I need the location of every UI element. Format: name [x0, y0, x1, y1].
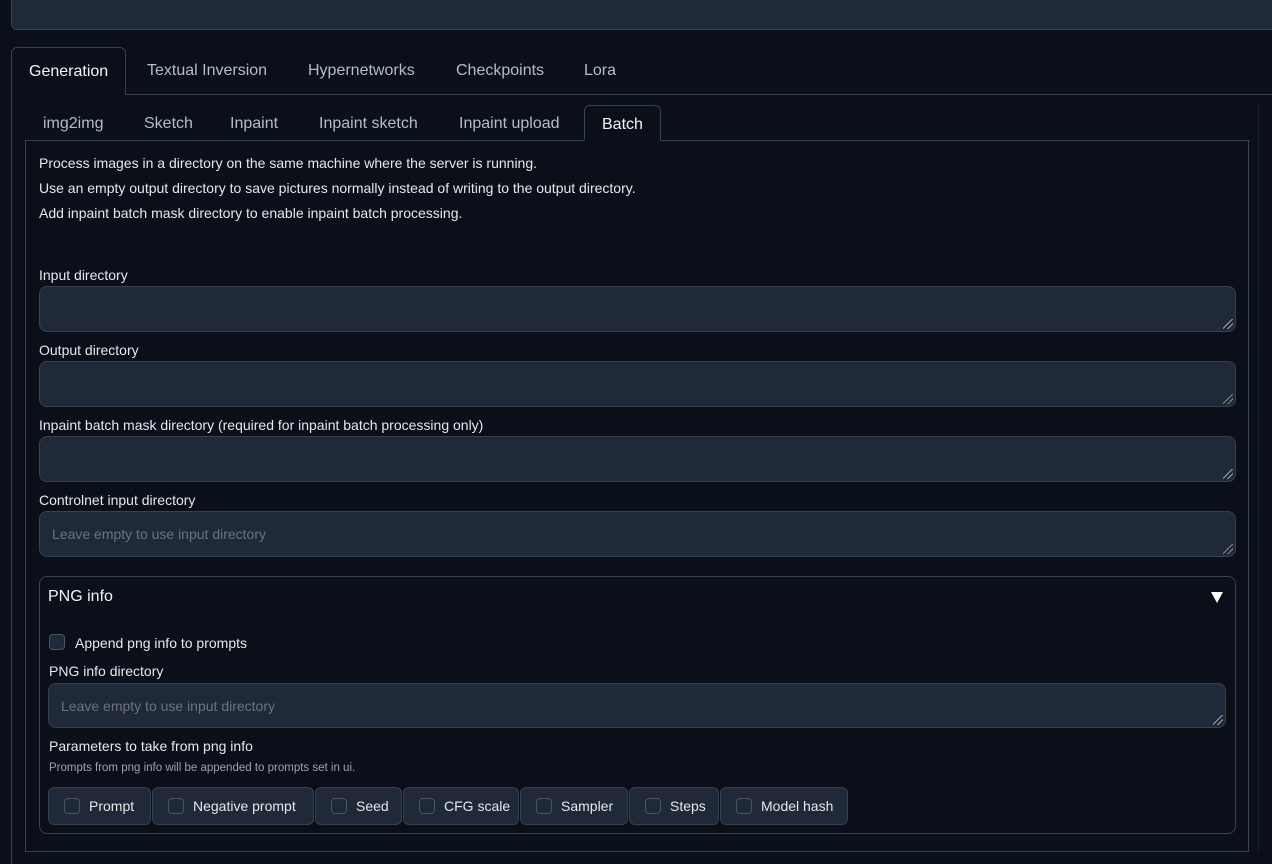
collapse-triangle-icon[interactable] [1209, 589, 1225, 605]
tab-inpaint-sketch[interactable]: Inpaint sketch [302, 105, 435, 140]
png-info-directory-field[interactable]: Leave empty to use input directory [48, 683, 1226, 728]
tab-textual-inversion[interactable]: Textual Inversion [130, 47, 284, 93]
param-prompt-option[interactable]: Prompt [48, 787, 151, 825]
scroll-divider [1258, 105, 1259, 852]
param-checkbox[interactable] [536, 798, 552, 814]
param-cfg-scale-option[interactable]: CFG scale [403, 787, 519, 825]
param-seed-option[interactable]: Seed [315, 787, 402, 825]
param-model-hash-option[interactable]: Model hash [720, 787, 848, 825]
info-text: Add inpaint batch mask directory to enab… [39, 205, 463, 221]
param-label: Steps [670, 798, 706, 814]
tab-generation[interactable]: Generation [11, 47, 127, 95]
output-directory-label: Output directory [39, 342, 139, 358]
resize-handle[interactable] [1223, 319, 1233, 329]
tab-inpaint-upload[interactable]: Inpaint upload [442, 105, 577, 140]
resize-handle[interactable] [1223, 469, 1233, 479]
img2img-mode-tab-bar: img2img Sketch Inpaint Inpaint sketch In… [25, 105, 1250, 141]
params-label: Parameters to take from png info [49, 738, 253, 754]
tab-checkpoints[interactable]: Checkpoints [439, 47, 561, 93]
param-checkbox[interactable] [64, 798, 80, 814]
param-label: Seed [356, 798, 389, 814]
param-checkbox[interactable] [331, 798, 347, 814]
param-checkbox[interactable] [168, 798, 184, 814]
tab-lora[interactable]: Lora [567, 47, 633, 93]
tab-img2img[interactable]: img2img [26, 105, 120, 140]
append-png-info-label: Append png info to prompts [75, 635, 248, 651]
param-checkbox[interactable] [736, 798, 752, 814]
param-label: Prompt [89, 798, 135, 814]
append-png-info-checkbox[interactable] [49, 634, 65, 650]
param-checkbox[interactable] [419, 798, 435, 814]
input-directory-field[interactable] [39, 286, 1236, 332]
top-panel [11, 0, 1272, 30]
param-label: CFG scale [444, 798, 511, 814]
info-text: Process images in a directory on the sam… [39, 155, 538, 171]
param-label: Negative prompt [193, 798, 296, 814]
tab-batch[interactable]: Batch [584, 105, 661, 141]
tab-hypernetworks[interactable]: Hypernetworks [291, 47, 432, 93]
controlnet-directory-label: Controlnet input directory [39, 492, 196, 508]
param-label: Model hash [761, 798, 834, 814]
param-checkbox[interactable] [645, 798, 661, 814]
info-text: Use an empty output directory to save pi… [39, 180, 636, 196]
param-negative-prompt-option[interactable]: Negative prompt [152, 787, 314, 825]
png-info-directory-label: PNG info directory [49, 663, 164, 679]
param-steps-option[interactable]: Steps [629, 787, 719, 825]
png-info-title[interactable]: PNG info [48, 588, 113, 606]
main-tab-bar: Generation Textual Inversion Hypernetwor… [11, 47, 1272, 95]
resize-handle[interactable] [1213, 715, 1223, 725]
params-hint: Prompts from png info will be appended t… [49, 762, 356, 774]
param-label: Sampler [561, 798, 614, 814]
tab-sketch[interactable]: Sketch [127, 105, 210, 140]
output-directory-field[interactable] [39, 361, 1236, 407]
resize-handle[interactable] [1223, 394, 1233, 404]
param-sampler-option[interactable]: Sampler [520, 787, 628, 825]
tab-inpaint[interactable]: Inpaint [213, 105, 295, 140]
resize-handle[interactable] [1223, 544, 1233, 554]
mask-directory-label: Inpaint batch mask directory (required f… [39, 417, 484, 433]
mask-directory-field[interactable] [39, 436, 1236, 482]
controlnet-directory-field[interactable]: Leave empty to use input directory [39, 511, 1236, 557]
input-directory-label: Input directory [39, 267, 128, 283]
